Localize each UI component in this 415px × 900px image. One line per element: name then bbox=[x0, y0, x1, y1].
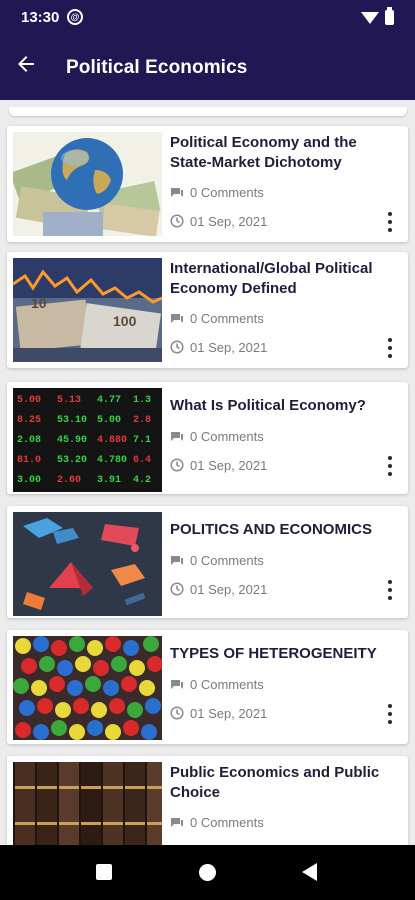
svg-text:4.780: 4.780 bbox=[97, 455, 127, 466]
comment-count: 0 Comments bbox=[170, 553, 264, 568]
clock-icon bbox=[170, 582, 184, 596]
publish-date: 01 Sep, 2021 bbox=[170, 582, 267, 597]
article-title[interactable]: International/Global Political Economy D… bbox=[170, 259, 385, 298]
comment-count: 0 Comments bbox=[170, 677, 264, 692]
svg-text:53.20: 53.20 bbox=[57, 455, 87, 466]
publish-date-label: 01 Sep, 2021 bbox=[190, 582, 268, 597]
svg-text:45.90: 45.90 bbox=[57, 435, 87, 446]
list-top-card-edge bbox=[9, 107, 407, 116]
svg-text:5.00: 5.00 bbox=[97, 415, 121, 426]
svg-text:5.13: 5.13 bbox=[57, 395, 81, 406]
svg-text:5.00: 5.00 bbox=[17, 395, 41, 406]
comment-count: 0 Comments bbox=[170, 185, 264, 200]
system-back-button[interactable] bbox=[302, 863, 317, 881]
more-vert-icon bbox=[388, 456, 392, 460]
clock-icon bbox=[170, 706, 184, 720]
comments-icon bbox=[171, 188, 183, 197]
more-options-button[interactable] bbox=[378, 578, 402, 602]
svg-text:1.3: 1.3 bbox=[133, 395, 151, 406]
publish-date-label: 01 Sep, 2021 bbox=[190, 214, 268, 229]
system-navigation-bar bbox=[0, 845, 415, 900]
publish-date-label: 01 Sep, 2021 bbox=[190, 706, 268, 721]
article-card[interactable]: POLITICS AND ECONOMICS 0 Comments 01 Sep… bbox=[7, 506, 408, 618]
svg-text:81.0: 81.0 bbox=[17, 455, 41, 466]
clock-icon bbox=[170, 458, 184, 472]
publish-date: 01 Sep, 2021 bbox=[170, 214, 267, 229]
article-thumbnail-game-pieces[interactable] bbox=[13, 636, 162, 740]
status-bar: 13:30 @ bbox=[0, 0, 415, 36]
article-card[interactable]: Political Economy and the State-Market D… bbox=[7, 126, 408, 242]
svg-text:53.10: 53.10 bbox=[57, 415, 87, 426]
comments-icon bbox=[171, 818, 183, 827]
comment-count-label: 0 Comments bbox=[190, 677, 264, 692]
battery-icon bbox=[385, 7, 394, 25]
svg-text:10: 10 bbox=[31, 295, 47, 311]
article-title[interactable]: Public Economics and Public Choice bbox=[170, 763, 385, 802]
more-vert-icon bbox=[388, 580, 392, 584]
wifi-icon bbox=[361, 12, 379, 24]
page-title: Political Economics bbox=[66, 57, 248, 78]
publish-date-label: 01 Sep, 2021 bbox=[190, 458, 268, 473]
arrow-left-icon bbox=[18, 56, 34, 72]
comments-icon bbox=[171, 556, 183, 565]
comment-count-label: 0 Comments bbox=[190, 429, 264, 444]
publish-date-label: 01 Sep, 2021 bbox=[190, 340, 268, 355]
comment-count-label: 0 Comments bbox=[190, 553, 264, 568]
svg-text:6.4: 6.4 bbox=[133, 455, 151, 466]
comment-count-label: 0 Comments bbox=[190, 815, 264, 830]
article-title[interactable]: POLITICS AND ECONOMICS bbox=[170, 520, 385, 540]
svg-text:2.08: 2.08 bbox=[17, 435, 41, 446]
article-card[interactable]: Public Economics and Public Choice 0 Com… bbox=[7, 756, 408, 845]
article-thumbnail-stock-chart[interactable]: 10 100 bbox=[13, 258, 162, 362]
comment-count-label: 0 Comments bbox=[190, 311, 264, 326]
article-title[interactable]: Political Economy and the State-Market D… bbox=[170, 133, 385, 172]
comment-count: 0 Comments bbox=[170, 311, 264, 326]
more-options-button[interactable] bbox=[378, 210, 402, 234]
svg-text:4.77: 4.77 bbox=[97, 395, 121, 406]
clock-icon bbox=[170, 214, 184, 228]
svg-text:4.2: 4.2 bbox=[133, 475, 151, 486]
svg-text:8.25: 8.25 bbox=[17, 415, 41, 426]
more-vert-icon bbox=[388, 704, 392, 708]
article-title[interactable]: TYPES OF HETEROGENEITY bbox=[170, 644, 385, 664]
more-vert-icon bbox=[388, 338, 392, 342]
article-title[interactable]: What Is Political Economy? bbox=[170, 396, 385, 416]
status-time: 13:30 bbox=[21, 9, 60, 26]
comment-count: 0 Comments bbox=[170, 429, 264, 444]
comment-count-label: 0 Comments bbox=[190, 185, 264, 200]
svg-text:4.880: 4.880 bbox=[97, 435, 127, 446]
article-list[interactable]: Political Economy and the State-Market D… bbox=[0, 100, 415, 845]
article-thumbnail-3d-shapes[interactable] bbox=[13, 512, 162, 616]
svg-text:2.8: 2.8 bbox=[133, 415, 151, 426]
publish-date: 01 Sep, 2021 bbox=[170, 706, 267, 721]
home-button[interactable] bbox=[199, 864, 216, 881]
clock-icon bbox=[170, 340, 184, 354]
comments-icon bbox=[171, 432, 183, 441]
recents-button[interactable] bbox=[96, 864, 112, 880]
back-button[interactable] bbox=[14, 52, 50, 84]
sync-icon: @ bbox=[67, 9, 83, 25]
more-vert-icon bbox=[388, 212, 392, 216]
article-thumbnail-ticker-board[interactable]: 5.00 5.13 4.77 1.3 8.25 53.10 5.00 2.8 2.08 45.… bbox=[13, 388, 162, 492]
article-card[interactable]: 5.00 5.13 4.77 1.3 8.25 53.10 5.00 2.8 2.08 45.… bbox=[7, 382, 408, 494]
comments-icon bbox=[171, 680, 183, 689]
svg-text:2.60: 2.60 bbox=[57, 475, 81, 486]
comments-icon bbox=[171, 314, 183, 323]
more-options-button[interactable] bbox=[378, 454, 402, 478]
article-card[interactable]: 10 100 International/Global Political Ec… bbox=[7, 252, 408, 368]
app-bar: Political Economics bbox=[0, 36, 415, 100]
publish-date: 01 Sep, 2021 bbox=[170, 340, 267, 355]
svg-text:3.91: 3.91 bbox=[97, 475, 121, 486]
publish-date: 01 Sep, 2021 bbox=[170, 458, 267, 473]
article-thumbnail-books[interactable] bbox=[13, 762, 162, 845]
more-options-button[interactable] bbox=[378, 702, 402, 726]
article-thumbnail-globe-money[interactable] bbox=[13, 132, 162, 236]
comment-count: 0 Comments bbox=[170, 815, 264, 830]
svg-text:3.00: 3.00 bbox=[17, 475, 41, 486]
svg-text:100: 100 bbox=[113, 313, 137, 329]
more-options-button[interactable] bbox=[378, 336, 402, 360]
article-card[interactable]: TYPES OF HETEROGENEITY 0 Comments 01 Sep… bbox=[7, 630, 408, 744]
svg-text:7.1: 7.1 bbox=[133, 435, 151, 446]
